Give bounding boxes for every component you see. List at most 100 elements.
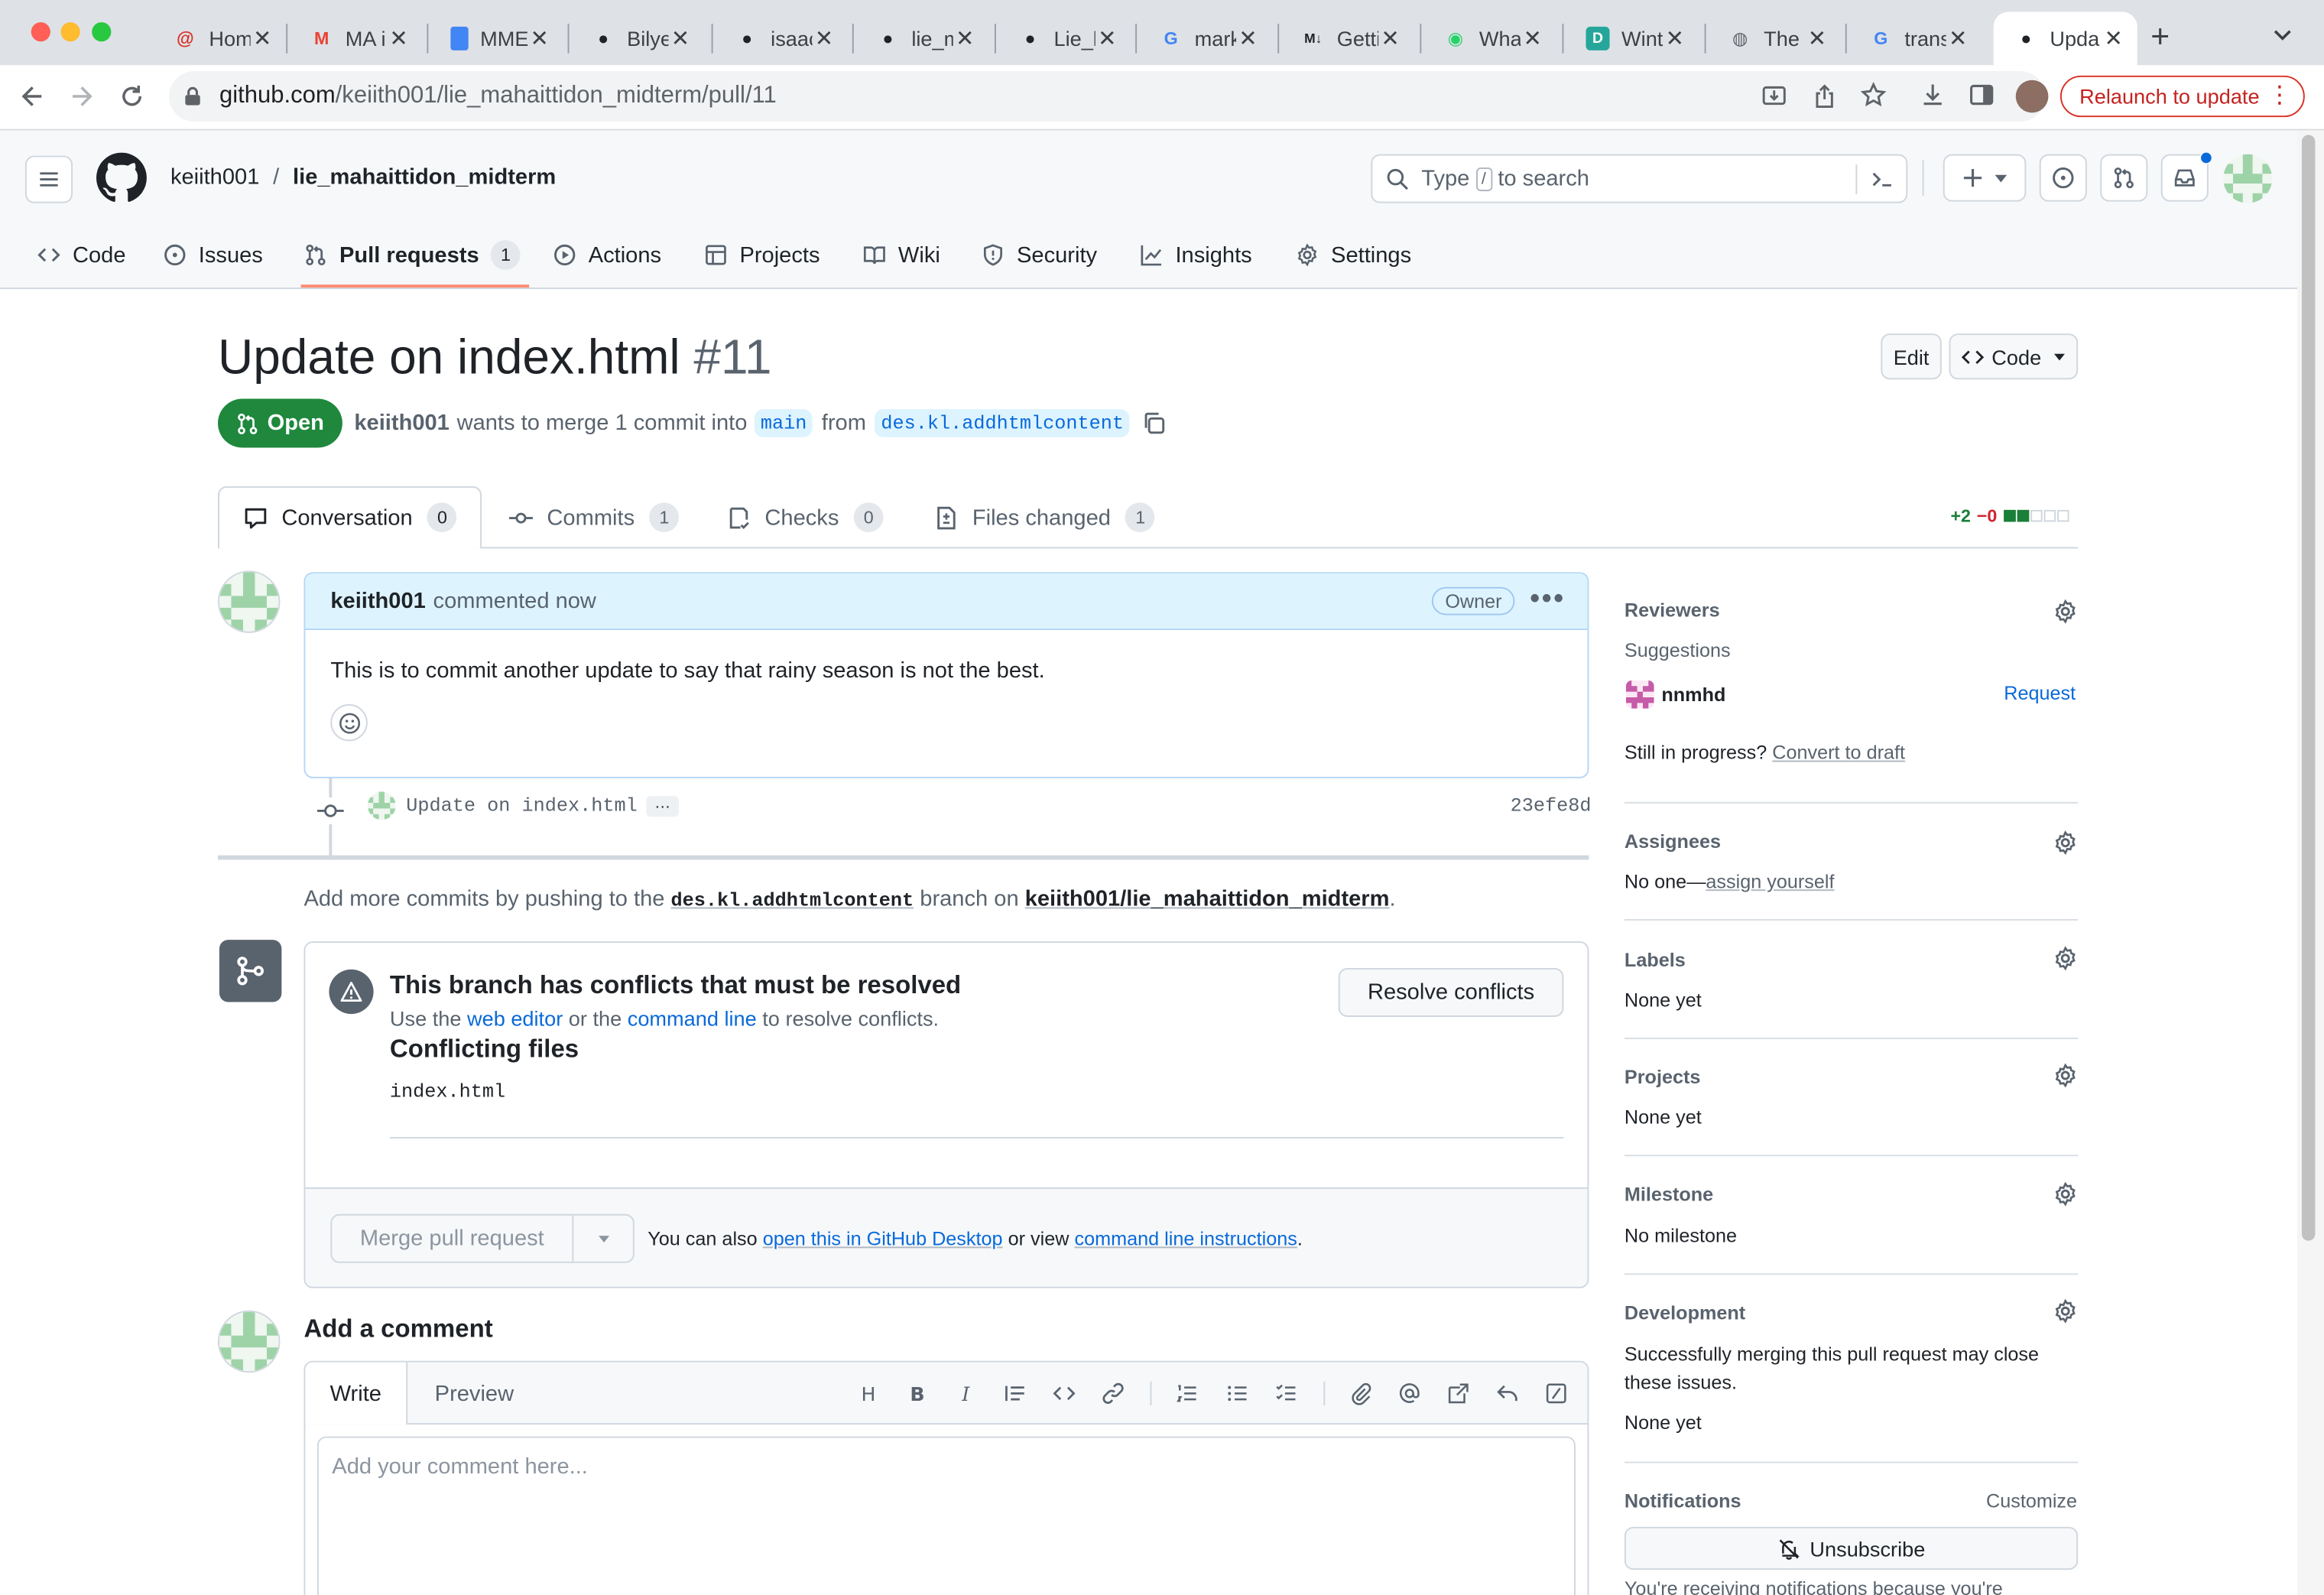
browser-tab[interactable]: ● Bilye ✕ xyxy=(570,12,703,66)
pr-tab-conversation[interactable]: Conversation 0 xyxy=(243,502,457,532)
repo-nav-security[interactable]: Security xyxy=(981,223,1097,287)
mention-icon[interactable] xyxy=(1397,1382,1421,1405)
profile-avatar[interactable] xyxy=(2015,80,2049,113)
commit-author-avatar[interactable] xyxy=(367,791,396,820)
comment-action[interactable]: commented now xyxy=(433,589,596,614)
repo-nav-code[interactable]: Code xyxy=(37,223,126,287)
scrollbar-thumb[interactable] xyxy=(2301,135,2316,1241)
bold-icon[interactable]: B xyxy=(906,1382,930,1405)
web-editor-link[interactable]: web editor xyxy=(467,1006,563,1030)
command-palette-icon[interactable] xyxy=(1871,167,1894,191)
github-desktop-link[interactable]: open this in GitHub Desktop xyxy=(763,1227,1003,1249)
link-icon[interactable] xyxy=(1102,1382,1125,1405)
create-new-button[interactable] xyxy=(1943,154,2027,202)
comment-author[interactable]: keiith001 xyxy=(330,589,426,614)
close-tab-icon[interactable]: ✕ xyxy=(1946,25,1970,52)
current-user-avatar[interactable] xyxy=(218,1310,281,1373)
italic-icon[interactable]: I xyxy=(955,1382,979,1405)
ordered-list-icon[interactable] xyxy=(1175,1382,1199,1405)
unsubscribe-button[interactable]: Unsubscribe xyxy=(1624,1526,2079,1571)
repo-name-link[interactable]: lie_mahaittidon_midterm xyxy=(293,164,556,190)
side-panel-button[interactable] xyxy=(1969,82,1995,109)
code-dropdown-button[interactable]: Code xyxy=(1949,333,2079,380)
repo-nav-issues[interactable]: Issues xyxy=(163,223,263,287)
bookmark-button[interactable] xyxy=(1860,82,1887,109)
close-tab-icon[interactable]: ✕ xyxy=(1663,25,1686,52)
close-tab-icon[interactable]: ✕ xyxy=(2102,25,2125,52)
pr-author-link[interactable]: keiith001 xyxy=(354,411,450,436)
share-button[interactable] xyxy=(1811,83,1838,110)
close-tab-icon[interactable]: ✕ xyxy=(1095,25,1119,52)
close-tab-icon[interactable]: ✕ xyxy=(387,25,411,52)
browser-tab[interactable]: ◍ The ✕ xyxy=(1707,12,1840,66)
repo-owner-link[interactable]: keiith001 xyxy=(170,164,259,190)
gear-icon[interactable] xyxy=(2053,830,2078,856)
browser-tab[interactable]: ◉ What✕ xyxy=(1423,12,1556,66)
command-line-link[interactable]: command line xyxy=(628,1006,757,1030)
commit-expand-button[interactable]: … xyxy=(646,795,679,817)
gear-icon[interactable] xyxy=(2053,1181,2078,1207)
browser-tab[interactable]: ● Upda ✕ xyxy=(1993,11,2137,66)
minimize-window-button[interactable] xyxy=(60,22,80,42)
back-button[interactable] xyxy=(19,83,46,110)
repo-nav-insights[interactable]: Insights xyxy=(1140,223,1252,287)
slash-command-icon[interactable] xyxy=(1544,1382,1568,1405)
gear-icon[interactable] xyxy=(2053,946,2078,971)
pr-tab-commits[interactable]: Commits 1 xyxy=(508,502,680,532)
browser-tab[interactable]: ● lie_m✕ xyxy=(855,12,988,66)
close-tab-icon[interactable]: ✕ xyxy=(1378,25,1402,52)
close-tab-icon[interactable]: ✕ xyxy=(953,25,977,52)
repo-nav-settings[interactable]: Settings xyxy=(1296,223,1411,287)
issues-button[interactable] xyxy=(2039,154,2087,202)
gear-icon[interactable] xyxy=(2053,1063,2078,1088)
unordered-list-icon[interactable] xyxy=(1225,1382,1249,1405)
reply-icon[interactable] xyxy=(1495,1382,1519,1405)
browser-tab[interactable]: Gmark✕ xyxy=(1138,12,1271,66)
edit-title-button[interactable]: Edit xyxy=(1881,333,1942,380)
gear-icon[interactable] xyxy=(2053,599,2078,624)
comment-author-avatar[interactable] xyxy=(218,570,281,633)
browser-tab[interactable]: ● Lie_k✕ xyxy=(998,12,1131,66)
close-tab-icon[interactable]: ✕ xyxy=(1521,25,1544,52)
pr-tab-files-changed[interactable]: Files changed 1 xyxy=(933,502,1156,532)
browser-tab[interactable]: Gtrans✕ xyxy=(1848,12,1982,66)
repo-nav-actions[interactable]: Actions xyxy=(553,223,661,287)
downloads-button[interactable] xyxy=(1920,82,1946,109)
menu-button[interactable] xyxy=(24,155,73,203)
quote-icon[interactable] xyxy=(1004,1382,1027,1405)
new-tab-button[interactable]: + xyxy=(2150,18,2170,56)
pr-tab-checks[interactable]: Checks 0 xyxy=(726,502,884,532)
task-list-icon[interactable] xyxy=(1274,1382,1298,1405)
comment-options-icon[interactable]: ••• xyxy=(1530,583,1566,617)
user-avatar[interactable] xyxy=(2223,154,2273,203)
heading-icon[interactable]: H xyxy=(857,1382,881,1405)
assign-yourself-link[interactable]: assign yourself xyxy=(1706,870,1834,892)
gear-icon[interactable] xyxy=(2053,1298,2078,1324)
paperclip-icon[interactable] xyxy=(1349,1382,1372,1405)
repo-nav-pull-requests[interactable]: Pull requests 1 xyxy=(303,223,521,287)
browser-tab[interactable]: D Wint ✕ xyxy=(1565,12,1698,66)
head-branch[interactable]: des.kl.addhtmlcontent xyxy=(875,409,1130,437)
browser-tab[interactable]: MME ✕ xyxy=(430,12,563,66)
cli-instructions-link[interactable]: command line instructions xyxy=(1074,1227,1297,1249)
close-tab-icon[interactable]: ✕ xyxy=(527,25,551,52)
github-logo[interactable] xyxy=(96,152,147,203)
pull-requests-button[interactable] xyxy=(2100,154,2148,202)
reload-button[interactable] xyxy=(118,83,145,110)
install-app-button[interactable] xyxy=(1761,83,1787,110)
request-review-link[interactable]: Request xyxy=(2004,682,2076,704)
copy-icon[interactable] xyxy=(1141,411,1167,436)
write-tab[interactable]: Write xyxy=(305,1362,408,1425)
cross-reference-icon[interactable] xyxy=(1446,1382,1470,1405)
add-reaction-button[interactable] xyxy=(330,703,368,742)
base-branch[interactable]: main xyxy=(755,409,813,437)
close-tab-icon[interactable]: ✕ xyxy=(251,25,274,52)
push-hint-repo[interactable]: keiith001/lie_mahaittidon_midterm xyxy=(1025,886,1390,911)
convert-to-draft-link[interactable]: Convert to draft xyxy=(1772,741,1905,763)
forward-button[interactable] xyxy=(68,83,95,110)
close-tab-icon[interactable]: ✕ xyxy=(1236,25,1260,52)
comment-textarea[interactable]: Add your comment here... xyxy=(316,1436,1576,1595)
search-input[interactable]: Type / to search xyxy=(1371,154,1908,203)
browser-tab[interactable]: M MA in✕ xyxy=(289,12,422,66)
suggested-reviewer[interactable]: nnmhd xyxy=(1661,684,1725,706)
